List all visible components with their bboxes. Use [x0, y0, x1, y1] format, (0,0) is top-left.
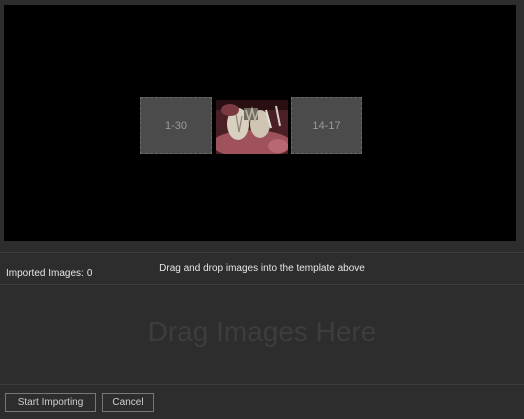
slot-label: 14-17 — [312, 119, 341, 132]
divider — [0, 252, 524, 253]
slot-label: 1-30 — [164, 119, 188, 132]
template-slot-1-30[interactable]: 1-30 — [140, 97, 212, 154]
dental-photo-thumbnail — [216, 100, 288, 154]
imported-images-label: Imported Images: — [6, 268, 84, 279]
template-slot-filled[interactable] — [216, 100, 288, 154]
template-preview[interactable]: 1-30 14-17 — [4, 5, 516, 241]
start-importing-label: Start Importing — [17, 397, 84, 408]
divider — [0, 384, 524, 385]
imported-images-count: 0 — [86, 268, 93, 279]
cancel-button[interactable]: Cancel — [102, 393, 154, 412]
cancel-label: Cancel — [112, 397, 144, 408]
imported-images-status: Imported Images: 0 — [6, 268, 92, 279]
drop-zone-text: Drag Images Here — [147, 316, 377, 347]
start-importing-button[interactable]: Start Importing — [5, 393, 96, 412]
import-images-window: 1-30 14-17 Drag and drop images into the… — [0, 0, 524, 419]
template-slot-14-17[interactable]: 14-17 — [291, 97, 362, 154]
